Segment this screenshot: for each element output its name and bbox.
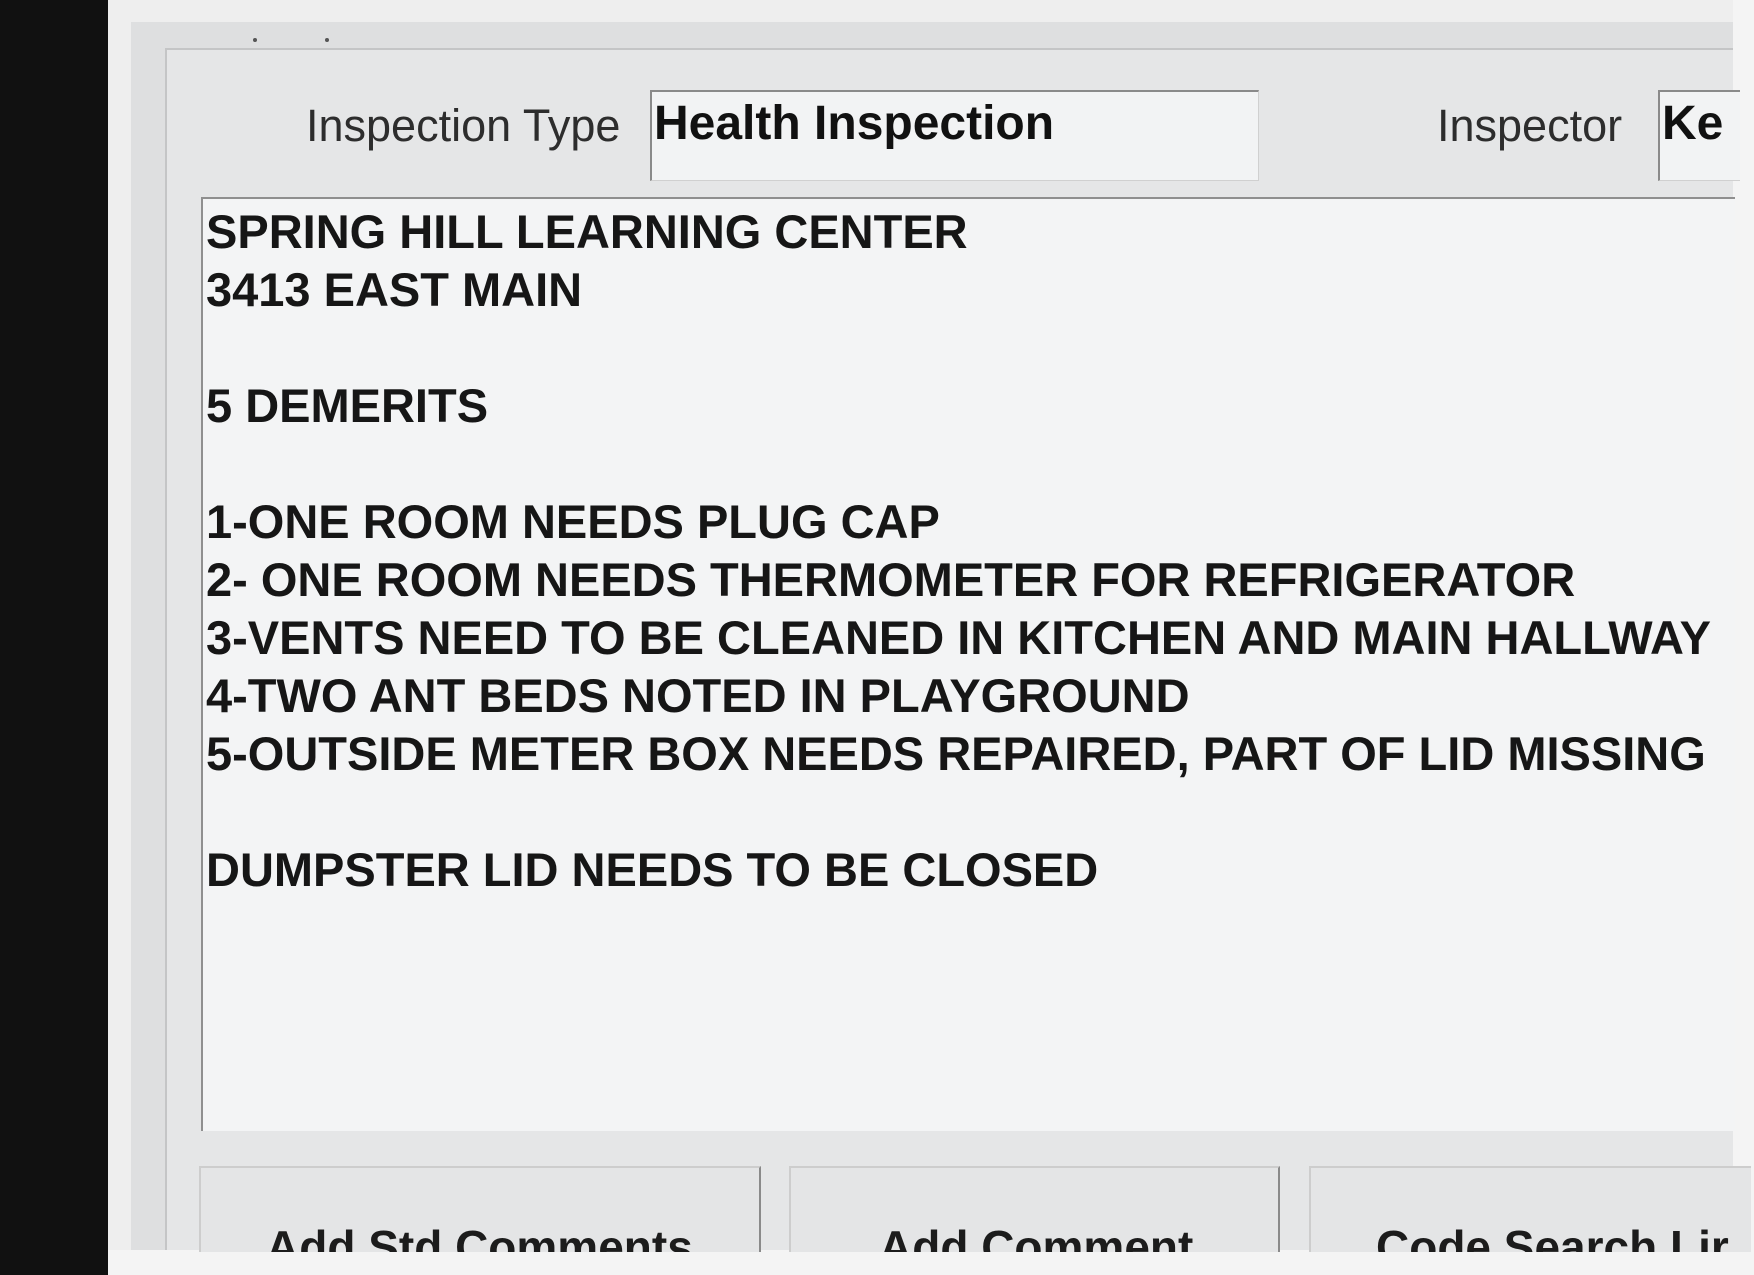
inspection-type-value: Health Inspection <box>654 97 1055 150</box>
add-std-comments-button[interactable]: Add Std Comments <box>199 1166 761 1252</box>
accelerator-key: S <box>368 1221 399 1252</box>
inspection-type-field[interactable]: Health Inspection <box>650 90 1259 181</box>
code-search-button[interactable]: Code Search Lir <box>1309 1166 1751 1252</box>
inspector-label: Inspector <box>1437 100 1623 151</box>
add-comment-label: Add Comment <box>879 1220 1193 1252</box>
scan-margin-right <box>1733 0 1754 1275</box>
comments-textarea[interactable]: SPRING HILL LEARNING CENTER 3413 EAST MA… <box>201 197 1735 1131</box>
scan-margin-bottom <box>108 1250 1754 1275</box>
inspection-type-label: Inspection Type <box>306 100 621 151</box>
add-std-comments-label: Add Std Comments <box>266 1220 693 1252</box>
code-search-label: Code Search Lir <box>1376 1221 1729 1252</box>
scan-speck <box>325 38 329 42</box>
inspector-value: Ke <box>1662 97 1724 150</box>
add-comment-button[interactable]: Add Comment <box>789 1166 1280 1252</box>
comments-text: SPRING HILL LEARNING CENTER 3413 EAST MA… <box>206 205 1711 896</box>
scan-speck <box>253 38 257 42</box>
inspector-field[interactable]: Ke <box>1658 90 1740 181</box>
accelerator-key: A <box>879 1221 913 1252</box>
